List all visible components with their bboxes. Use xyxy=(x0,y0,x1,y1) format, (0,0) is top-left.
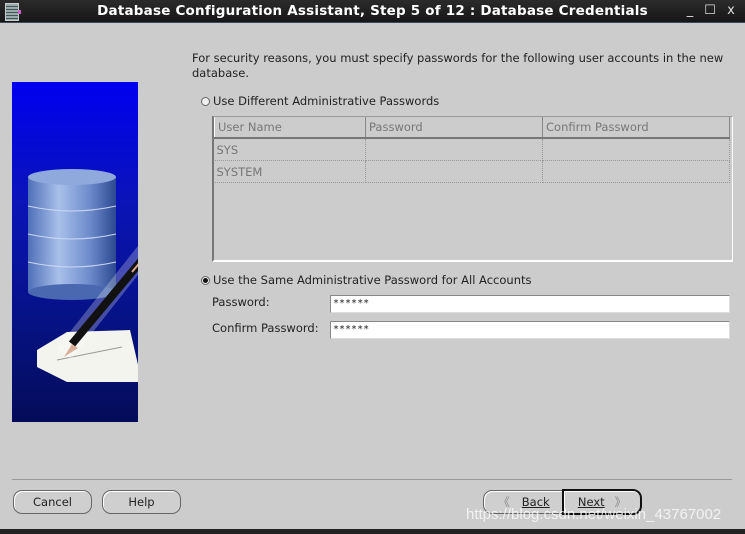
table-row: SYS xyxy=(214,138,730,161)
accounts-table: User Name Password Confirm Password SYS … xyxy=(212,116,733,262)
password-cell[interactable] xyxy=(365,160,543,183)
radio-button-selected[interactable] xyxy=(201,275,210,285)
column-header-password[interactable]: Password xyxy=(365,117,543,139)
radio-different-passwords[interactable]: Use Different Administrative Passwords xyxy=(201,94,439,108)
table-row: SYSTEM xyxy=(214,160,730,183)
window-title: Database Configuration Assistant, Step 5… xyxy=(97,3,648,19)
close-button[interactable]: x xyxy=(723,3,739,18)
watermark: https://blog.csdn.net/weixin_43767002 xyxy=(466,506,722,523)
confirm-password-input[interactable]: ****** xyxy=(330,321,730,339)
database-icon xyxy=(27,169,117,300)
password-cell[interactable] xyxy=(365,138,543,161)
user-name-cell: SYSTEM xyxy=(214,160,366,183)
database-pen-illustration xyxy=(27,169,138,382)
intro-text: For security reasons, you must specify p… xyxy=(192,51,724,80)
confirm-password-cell[interactable] xyxy=(542,160,730,183)
radio-label: Use Different Administrative Passwords xyxy=(213,94,440,108)
maximize-button[interactable]: ☐ xyxy=(702,3,718,18)
help-button[interactable]: Help xyxy=(102,490,181,514)
password-input[interactable]: ****** xyxy=(330,295,730,313)
title-bar: Database Configuration Assistant, Step 5… xyxy=(0,0,745,23)
password-label: Password: xyxy=(212,295,270,309)
confirm-password-cell[interactable] xyxy=(542,138,730,161)
user-name-cell: SYS xyxy=(214,138,366,161)
wizard-illustration xyxy=(12,82,138,422)
column-header-confirm-password[interactable]: Confirm Password xyxy=(542,117,730,139)
radio-same-password[interactable]: Use the Same Administrative Password for… xyxy=(201,273,532,287)
window-bottom-edge xyxy=(0,529,745,534)
column-header-user-name[interactable]: User Name xyxy=(214,117,366,139)
minimize-button[interactable]: _ xyxy=(682,3,698,18)
radio-label: Use the Same Administrative Password for… xyxy=(213,273,532,287)
cancel-button[interactable]: Cancel xyxy=(13,490,92,514)
divider xyxy=(12,479,732,480)
radio-button[interactable] xyxy=(201,96,210,106)
confirm-password-label: Confirm Password: xyxy=(212,321,319,335)
